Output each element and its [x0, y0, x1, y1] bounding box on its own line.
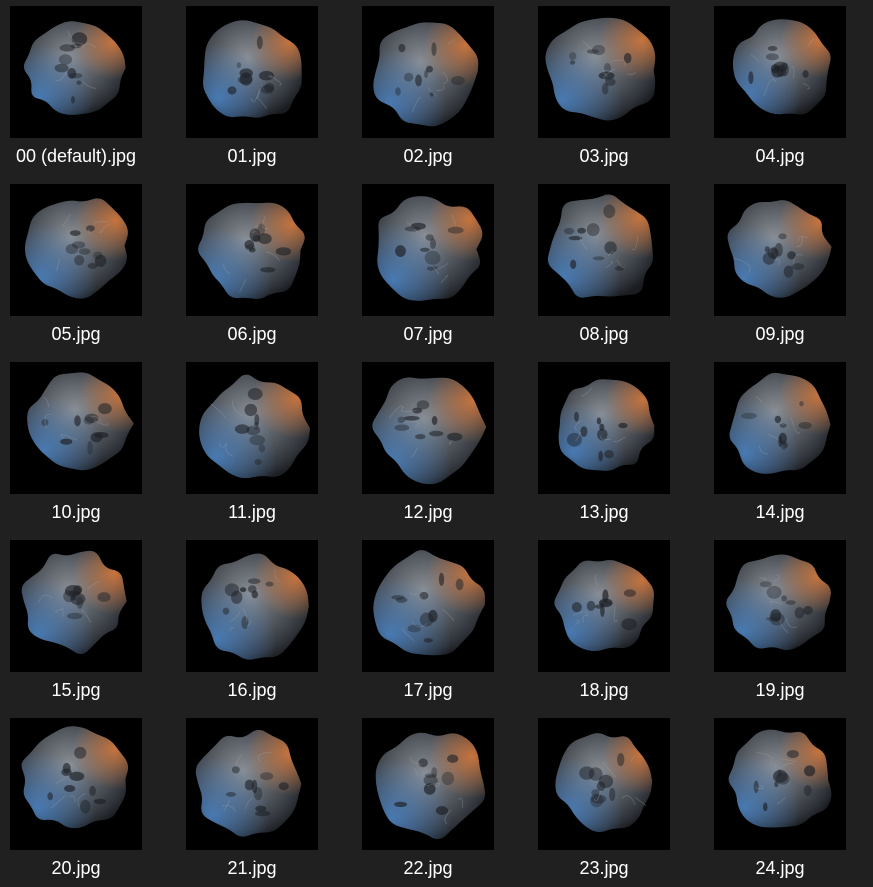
rock-thumbnail-icon[interactable] [538, 362, 670, 494]
file-name-label[interactable]: 17.jpg [338, 679, 518, 701]
rock-thumbnail-icon[interactable] [714, 540, 846, 672]
rock-thumbnail-icon[interactable] [186, 6, 318, 138]
file-name-label[interactable]: 20.jpg [0, 857, 166, 879]
file-item[interactable]: 20.jpg [8, 712, 168, 882]
file-item[interactable]: 16.jpg [184, 534, 344, 704]
rock-thumbnail-icon[interactable] [362, 184, 494, 316]
file-thumbnail-grid: 00 (default).jpg 01.jpg 02.jpg 03.jpg 04.jpg… [0, 0, 873, 887]
file-name-label[interactable]: 13.jpg [514, 501, 694, 523]
file-name-label[interactable]: 09.jpg [690, 323, 870, 345]
file-name-label[interactable]: 23.jpg [514, 857, 694, 879]
file-name-label[interactable]: 19.jpg [690, 679, 870, 701]
file-item[interactable]: 14.jpg [712, 356, 872, 526]
file-item[interactable]: 09.jpg [712, 178, 872, 348]
file-item[interactable]: 19.jpg [712, 534, 872, 704]
rock-thumbnail-icon[interactable] [538, 718, 670, 850]
rock-thumbnail-icon[interactable] [10, 6, 142, 138]
file-item[interactable]: 07.jpg [360, 178, 520, 348]
rock-thumbnail-icon[interactable] [10, 362, 142, 494]
rock-thumbnail-icon[interactable] [186, 718, 318, 850]
file-item[interactable]: 13.jpg [536, 356, 696, 526]
file-item[interactable]: 02.jpg [360, 0, 520, 170]
file-name-label[interactable]: 06.jpg [162, 323, 342, 345]
file-name-label[interactable]: 05.jpg [0, 323, 166, 345]
rock-thumbnail-icon[interactable] [362, 362, 494, 494]
file-item[interactable]: 17.jpg [360, 534, 520, 704]
file-name-label[interactable]: 02.jpg [338, 145, 518, 167]
rock-thumbnail-icon[interactable] [538, 6, 670, 138]
rock-thumbnail-icon[interactable] [362, 6, 494, 138]
file-item[interactable]: 24.jpg [712, 712, 872, 882]
rock-thumbnail-icon[interactable] [362, 540, 494, 672]
file-item[interactable]: 11.jpg [184, 356, 344, 526]
rock-thumbnail-icon[interactable] [714, 362, 846, 494]
file-name-label[interactable]: 10.jpg [0, 501, 166, 523]
file-item[interactable]: 12.jpg [360, 356, 520, 526]
file-item[interactable]: 22.jpg [360, 712, 520, 882]
rock-thumbnail-icon[interactable] [538, 540, 670, 672]
rock-thumbnail-icon[interactable] [186, 362, 318, 494]
file-name-label[interactable]: 00 (default).jpg [0, 145, 166, 167]
file-item[interactable]: 23.jpg [536, 712, 696, 882]
file-name-label[interactable]: 01.jpg [162, 145, 342, 167]
rock-thumbnail-icon[interactable] [10, 540, 142, 672]
file-name-label[interactable]: 16.jpg [162, 679, 342, 701]
rock-thumbnail-icon[interactable] [714, 6, 846, 138]
file-item[interactable]: 05.jpg [8, 178, 168, 348]
file-name-label[interactable]: 22.jpg [338, 857, 518, 879]
file-name-label[interactable]: 21.jpg [162, 857, 342, 879]
rock-thumbnail-icon[interactable] [714, 718, 846, 850]
file-item[interactable]: 06.jpg [184, 178, 344, 348]
file-item[interactable]: 04.jpg [712, 0, 872, 170]
file-item[interactable]: 18.jpg [536, 534, 696, 704]
file-name-label[interactable]: 11.jpg [162, 501, 342, 523]
file-name-label[interactable]: 08.jpg [514, 323, 694, 345]
rock-thumbnail-icon[interactable] [10, 718, 142, 850]
file-name-label[interactable]: 24.jpg [690, 857, 870, 879]
file-name-label[interactable]: 18.jpg [514, 679, 694, 701]
file-name-label[interactable]: 15.jpg [0, 679, 166, 701]
rock-thumbnail-icon[interactable] [538, 184, 670, 316]
file-name-label[interactable]: 04.jpg [690, 145, 870, 167]
file-name-label[interactable]: 12.jpg [338, 501, 518, 523]
rock-thumbnail-icon[interactable] [714, 184, 846, 316]
rock-thumbnail-icon[interactable] [362, 718, 494, 850]
file-name-label[interactable]: 03.jpg [514, 145, 694, 167]
file-name-label[interactable]: 07.jpg [338, 323, 518, 345]
file-item[interactable]: 00 (default).jpg [8, 0, 168, 170]
file-item[interactable]: 15.jpg [8, 534, 168, 704]
file-item[interactable]: 08.jpg [536, 178, 696, 348]
file-item[interactable]: 10.jpg [8, 356, 168, 526]
rock-thumbnail-icon[interactable] [186, 540, 318, 672]
file-item[interactable]: 03.jpg [536, 0, 696, 170]
file-name-label[interactable]: 14.jpg [690, 501, 870, 523]
rock-thumbnail-icon[interactable] [10, 184, 142, 316]
rock-thumbnail-icon[interactable] [186, 184, 318, 316]
file-item[interactable]: 21.jpg [184, 712, 344, 882]
file-item[interactable]: 01.jpg [184, 0, 344, 170]
